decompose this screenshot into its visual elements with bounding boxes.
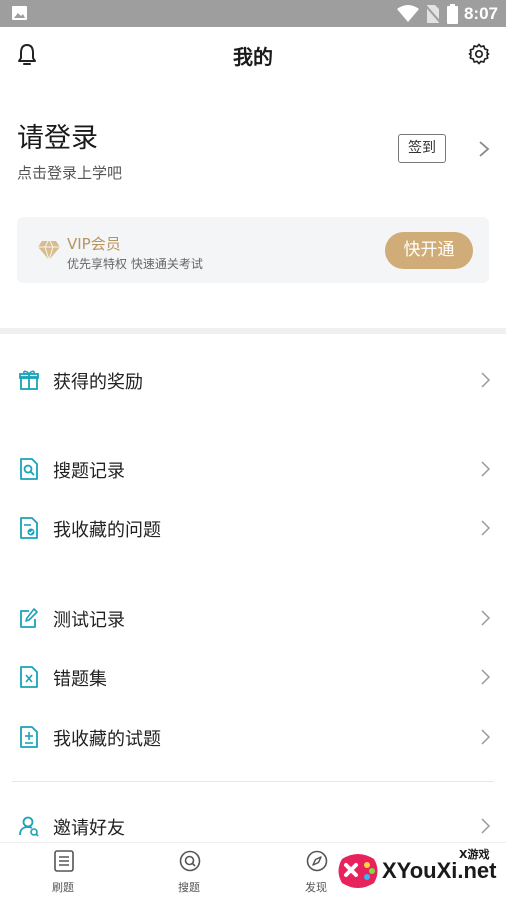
chevron-right-icon [481,610,490,626]
battery-icon [446,4,458,24]
chevron-right-icon [481,372,490,388]
menu-label: 搜题记录 [53,461,125,482]
vip-title: VIP会员 [67,235,121,253]
menu-label: 错题集 [53,669,107,690]
menu-label: 获得的奖励 [53,372,143,393]
menu-item-rewards[interactable]: 获得的奖励 [0,360,506,400]
mistake-document-icon [20,666,38,688]
page-title: 我的 [233,45,273,69]
login-title[interactable]: 请登录 [17,116,98,155]
compass-icon [306,850,328,872]
vip-subtitle: 优先享特权 快速通关考试 [67,257,203,271]
search-icon [179,850,201,872]
nav-label: 刷题 [52,881,74,894]
chevron-right-icon[interactable] [478,140,490,158]
menu-label: 邀请好友 [53,818,125,839]
favorite-document-icon [20,517,38,539]
list-document-icon [54,850,74,872]
edit-icon [20,608,38,628]
menu-label: 测试记录 [53,610,125,631]
menu-label: 我收藏的问题 [53,520,161,541]
search-document-icon [20,458,38,480]
watermark-logo: X游戏 XYouXi.net [332,842,506,900]
login-subtitle[interactable]: 点击登录上学吧 [17,162,122,183]
chevron-right-icon [481,669,490,685]
nav-tab-search[interactable]: 搜题 [154,843,224,900]
watermark-text: XYouXi.net [382,858,497,883]
menu-item-invite[interactable]: 邀请好友 [0,806,506,846]
vip-card[interactable]: VIP会员 优先享特权 快速通关考试 快开通 [17,217,489,283]
checkin-button[interactable]: 签到 [398,134,446,163]
wifi-icon [396,5,419,22]
chevron-right-icon [481,818,490,834]
gift-icon [19,370,39,390]
chevron-right-icon [481,461,490,477]
menu-item-search-history[interactable]: 搜题记录 [0,449,506,489]
invite-user-icon [19,816,39,837]
status-bar: 8:07 [0,0,506,27]
menu-item-test-records[interactable]: 测试记录 [0,598,506,638]
nav-label: 搜题 [178,881,200,894]
chevron-right-icon [481,520,490,536]
menu-item-favorite-tests[interactable]: 我收藏的试题 [0,717,506,757]
diamond-icon [38,240,60,261]
divider [12,781,494,782]
vip-activate-button[interactable]: 快开通 [385,232,473,269]
menu-label: 我收藏的试题 [53,729,161,750]
gamepad-logo-icon [338,854,378,888]
menu-item-favorite-questions[interactable]: 我收藏的问题 [0,508,506,548]
app-header: 我的 [0,27,506,83]
menu-item-mistakes[interactable]: 错题集 [0,657,506,697]
chevron-right-icon [481,729,490,745]
no-sim-icon [425,5,441,23]
image-notification-icon [12,6,27,20]
section-divider [0,328,506,334]
status-time: 8:07 [463,4,498,23]
test-document-icon [20,726,38,748]
nav-tab-practice[interactable]: 刷题 [28,843,98,900]
gear-icon[interactable] [468,43,490,65]
